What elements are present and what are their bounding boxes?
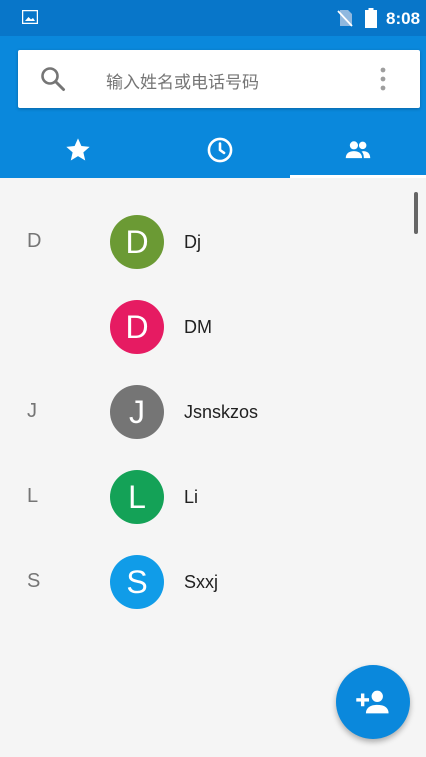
contact-name: DM bbox=[184, 317, 212, 337]
avatar-initial: S bbox=[126, 563, 148, 600]
avatar: D bbox=[110, 300, 164, 354]
battery-icon bbox=[365, 8, 377, 28]
no-sim-icon bbox=[337, 10, 353, 27]
list-item[interactable]: S S Sxxj bbox=[0, 540, 426, 624]
avatar-initial: D bbox=[125, 308, 149, 345]
avatar: L bbox=[110, 470, 164, 524]
avatar: D bbox=[110, 215, 164, 269]
search-input[interactable]: 输入姓名或电话号码 bbox=[106, 68, 259, 93]
list-item[interactable]: D D Dj bbox=[0, 200, 426, 284]
list-item[interactable]: L L Li bbox=[0, 455, 426, 539]
avatar-initial: L bbox=[128, 478, 146, 515]
avatar-initial: D bbox=[125, 223, 149, 260]
more-vert-icon[interactable] bbox=[378, 66, 388, 92]
section-letter: S bbox=[27, 570, 41, 592]
section-letter: L bbox=[27, 485, 39, 507]
contact-name: Dj bbox=[184, 232, 201, 252]
tab-contacts[interactable] bbox=[290, 122, 426, 178]
status-bar: 8:08 bbox=[0, 0, 426, 36]
tab-recents[interactable] bbox=[149, 122, 291, 178]
contact-name: Sxxj bbox=[184, 572, 219, 592]
clock-icon bbox=[207, 137, 233, 163]
add-contact-icon bbox=[356, 690, 389, 714]
tab-favorites[interactable] bbox=[7, 122, 149, 178]
tab-bar bbox=[0, 122, 426, 178]
app-bar: 输入姓名或电话号码 bbox=[0, 36, 426, 178]
star-icon bbox=[66, 138, 90, 161]
section-letter: J bbox=[27, 400, 37, 422]
search-bar[interactable]: 输入姓名或电话号码 bbox=[18, 50, 420, 108]
contact-name: Jsnskzos bbox=[184, 402, 259, 422]
list-item[interactable]: D DM bbox=[0, 285, 426, 369]
list-item[interactable]: J J Jsnskzos bbox=[0, 370, 426, 454]
avatar: J bbox=[110, 385, 164, 439]
people-icon bbox=[345, 141, 371, 159]
avatar: S bbox=[110, 555, 164, 609]
search-icon[interactable] bbox=[40, 66, 66, 92]
section-letter: D bbox=[27, 230, 42, 252]
avatar-initial: J bbox=[129, 393, 145, 430]
contact-name: Li bbox=[184, 487, 199, 507]
image-icon bbox=[22, 10, 38, 24]
status-time: 8:08 bbox=[386, 9, 421, 28]
add-contact-button[interactable] bbox=[336, 665, 410, 739]
